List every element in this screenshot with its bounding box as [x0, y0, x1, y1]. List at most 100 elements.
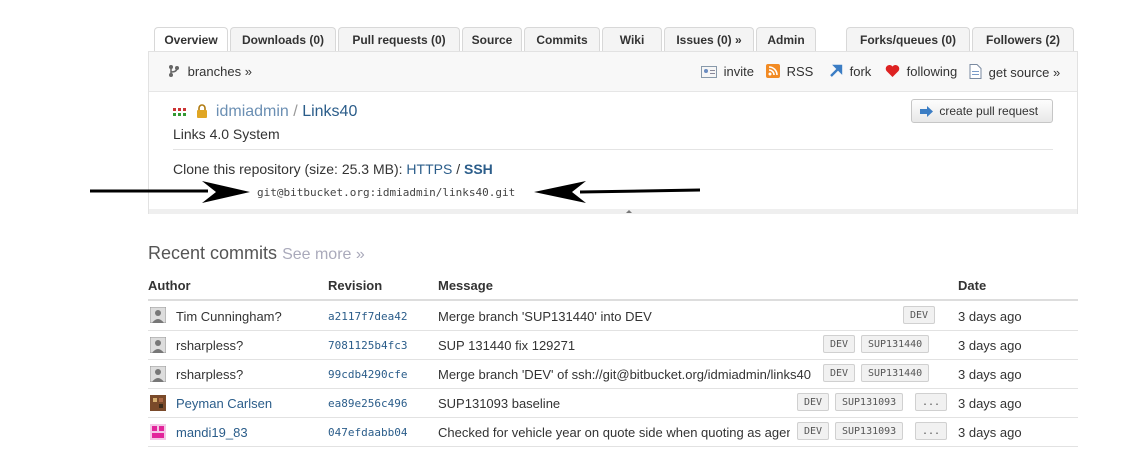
lock-icon [197, 104, 208, 118]
revision-link[interactable]: a2117f7dea42 [328, 310, 407, 323]
repo-name-link[interactable]: Links40 [302, 103, 357, 120]
repo-action-bar: branches » invite RSS fork following get… [149, 52, 1077, 92]
table-row: rsharpless? 99cdb4290cfe Merge branch 'D… [148, 360, 1078, 389]
https-link[interactable]: HTTPS [406, 161, 452, 177]
col-revision: Revision [328, 278, 383, 293]
get-source-link[interactable]: get source » [969, 64, 1060, 80]
col-date: Date [958, 278, 987, 293]
tab-source[interactable]: Source [462, 27, 522, 51]
commit-date: 3 days ago [958, 396, 1022, 411]
commit-message[interactable]: Merge branch 'SUP131440' into DEV [438, 309, 798, 324]
table-row: Tim Cunningham? a2117f7dea42 Merge branc… [148, 301, 1078, 331]
repo-description: Links 4.0 System [173, 126, 280, 142]
branch-tag: SUP131440 [861, 364, 930, 382]
commit-message[interactable]: Merge branch 'DEV' of ssh://git@bitbucke… [438, 367, 814, 382]
tab-forks[interactable]: Forks/queues (0) [846, 27, 970, 51]
commits-table: Author Revision Message Date Tim Cunning… [148, 275, 1078, 447]
tab-commits[interactable]: Commits [524, 27, 600, 51]
clone-info: Clone this repository (size: 25.3 MB): H… [173, 161, 493, 177]
git-dots-icon [173, 108, 186, 116]
avatar [150, 337, 166, 353]
repo-title-separator: / [293, 103, 298, 120]
clone-text: Clone this repository (size: 25.3 MB): [173, 161, 403, 177]
commit-date: 3 days ago [958, 425, 1022, 440]
rss-link[interactable]: RSS [766, 64, 813, 79]
author-name: Tim Cunningham? [176, 309, 282, 324]
annotation-arrow-left [90, 181, 250, 203]
annotation-arrow-right [534, 181, 700, 203]
rss-icon [766, 64, 780, 78]
tab-admin[interactable]: Admin [756, 27, 816, 51]
fork-arrow-icon [830, 64, 843, 77]
document-icon [969, 64, 982, 79]
panel-resize-handle[interactable] [149, 209, 1077, 214]
recent-commits-heading: Recent commits See more » [148, 243, 365, 264]
col-author: Author [148, 278, 191, 293]
revision-link[interactable]: 7081125b4fc3 [328, 339, 407, 352]
tab-overview[interactable]: Overview [154, 27, 228, 52]
branches-label: branches » [187, 64, 252, 79]
see-more-link[interactable]: See more » [282, 246, 365, 263]
commit-message[interactable]: SUP131093 baseline [438, 396, 798, 411]
author-name: rsharpless? [176, 338, 244, 353]
invite-link[interactable]: invite [701, 64, 754, 79]
heart-icon [885, 65, 900, 77]
revision-link[interactable]: ea89e256c496 [328, 397, 407, 410]
following-link[interactable]: following [885, 64, 957, 79]
divider [173, 149, 1053, 150]
table-row: mandi19_83 047efdaabb04 Checked for vehi… [148, 418, 1078, 447]
branch-tag: SUP131093 [835, 393, 904, 411]
create-pull-request-button[interactable]: create pull request [911, 99, 1053, 123]
tab-downloads[interactable]: Downloads (0) [230, 27, 336, 51]
fork-link[interactable]: fork [829, 64, 871, 79]
create-pull-request-label: create pull request [939, 104, 1039, 118]
invite-card-icon [701, 66, 717, 78]
branch-tag: DEV [823, 335, 856, 353]
tab-issues[interactable]: Issues (0) » [664, 27, 754, 51]
avatar [150, 395, 166, 411]
author-name: rsharpless? [176, 367, 244, 382]
table-row: Peyman Carlsen ea89e256c496 SUP131093 ba… [148, 389, 1078, 418]
branch-tag: DEV [823, 364, 856, 382]
tab-pull-requests[interactable]: Pull requests (0) [338, 27, 460, 51]
repo-owner-link[interactable]: idmiadmin [216, 103, 289, 120]
table-header: Author Revision Message Date [148, 275, 1078, 301]
clone-protocol-separator: / [456, 161, 461, 177]
revision-link[interactable]: 047efdaabb04 [328, 426, 407, 439]
revision-link[interactable]: 99cdb4290cfe [328, 368, 407, 381]
following-label: following [906, 64, 958, 79]
tab-followers[interactable]: Followers (2) [972, 27, 1074, 51]
avatar [150, 424, 166, 440]
repo-title: idmiadmin / Links40 [173, 103, 357, 121]
commit-date: 3 days ago [958, 367, 1022, 382]
author-name[interactable]: mandi19_83 [176, 425, 248, 440]
branch-tag: SUP131440 [861, 335, 930, 353]
commit-message[interactable]: Checked for vehicle year on quote side w… [438, 425, 790, 440]
more-tags-button[interactable]: ... [915, 393, 948, 411]
rss-label: RSS [786, 64, 814, 79]
caret-up-icon [626, 210, 632, 213]
recent-commits-title: Recent commits [148, 243, 278, 263]
ssh-link[interactable]: SSH [464, 161, 493, 177]
avatar [150, 366, 166, 382]
repo-tabs: Overview Downloads (0) Pull requests (0)… [154, 27, 1074, 52]
commit-message[interactable]: SUP 131440 fix 129271 [438, 338, 798, 353]
fork-label: fork [849, 64, 872, 79]
branch-tag: DEV [797, 422, 830, 440]
avatar [150, 307, 166, 323]
branch-tag: DEV [903, 306, 936, 324]
commit-date: 3 days ago [958, 338, 1022, 353]
branch-tag: SUP131093 [835, 422, 904, 440]
branch-icon [169, 65, 179, 77]
branches-link[interactable]: branches » [167, 64, 252, 79]
col-message: Message [438, 278, 493, 293]
invite-label: invite [723, 64, 754, 79]
table-row: rsharpless? 7081125b4fc3 SUP 131440 fix … [148, 331, 1078, 360]
more-tags-button[interactable]: ... [915, 422, 948, 440]
tab-wiki[interactable]: Wiki [602, 27, 662, 51]
arrow-right-icon [920, 106, 933, 117]
get-source-label: get source » [988, 65, 1061, 80]
branch-tag: DEV [797, 393, 830, 411]
commit-date: 3 days ago [958, 309, 1022, 324]
author-name[interactable]: Peyman Carlsen [176, 396, 272, 411]
